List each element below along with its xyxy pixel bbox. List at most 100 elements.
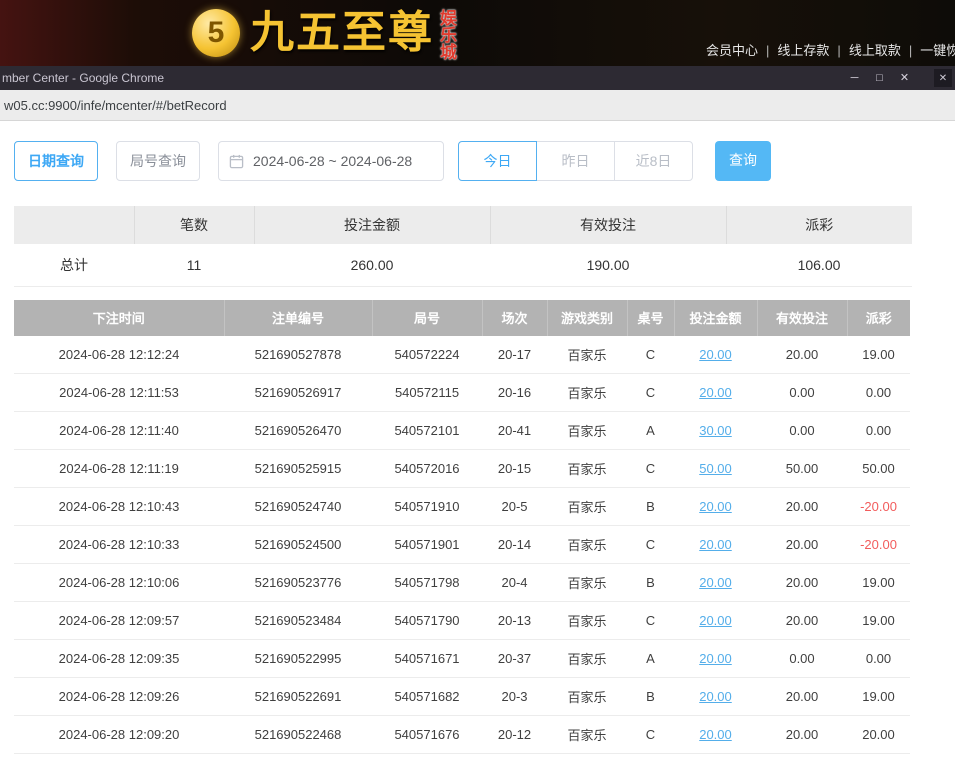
table-no: C bbox=[627, 450, 674, 488]
summary-header-count: 笔数 bbox=[134, 206, 254, 244]
bet-id: 521690526470 bbox=[224, 412, 372, 450]
record-row: 2024-06-28 12:12:24521690527878540572224… bbox=[14, 336, 910, 374]
bet-amount-link[interactable]: 20.00 bbox=[699, 727, 732, 742]
bet-amount[interactable]: 20.00 bbox=[674, 640, 757, 678]
bet-amount-link[interactable]: 20.00 bbox=[699, 689, 732, 704]
round-id: 540571798 bbox=[372, 564, 482, 602]
nav-link[interactable]: 线上取款 bbox=[849, 43, 901, 58]
bet-amount[interactable]: 20.00 bbox=[674, 716, 757, 754]
round-id: 540572115 bbox=[372, 374, 482, 412]
site-subtitle: 娱乐城 bbox=[440, 10, 460, 61]
bet-amount[interactable]: 50.00 bbox=[674, 450, 757, 488]
bet-id: 521690522468 bbox=[224, 716, 372, 754]
address-bar[interactable]: w05.cc:9900/infe/mcenter/#/betRecord bbox=[0, 90, 955, 121]
summary-header-blank bbox=[14, 206, 134, 244]
bet-time: 2024-06-28 12:11:53 bbox=[14, 374, 224, 412]
payout: -20.00 bbox=[847, 488, 910, 526]
bet-amount[interactable]: 20.00 bbox=[674, 602, 757, 640]
summary-total-row: 总计 11 260.00 190.00 106.00 bbox=[14, 244, 912, 286]
round-id: 540572224 bbox=[372, 336, 482, 374]
total-payout: 106.00 bbox=[726, 244, 912, 286]
bet-amount[interactable]: 20.00 bbox=[674, 526, 757, 564]
nav-link[interactable]: 会员中心 bbox=[706, 43, 758, 58]
minimize-button[interactable]: ─ bbox=[842, 66, 867, 90]
bet-amount-link[interactable]: 20.00 bbox=[699, 575, 732, 590]
records-body: 2024-06-28 12:12:24521690527878540572224… bbox=[14, 336, 910, 754]
bet-amount-link[interactable]: 30.00 bbox=[699, 423, 732, 438]
summary-header-row: 笔数 投注金额 有效投注 派彩 bbox=[14, 206, 912, 244]
header-bet-amount: 投注金额 bbox=[674, 300, 757, 336]
bet-amount-link[interactable]: 50.00 bbox=[699, 461, 732, 476]
session-no: 20-3 bbox=[482, 678, 547, 716]
payout: 0.00 bbox=[847, 412, 910, 450]
payout: 0.00 bbox=[847, 640, 910, 678]
table-no: C bbox=[627, 602, 674, 640]
payout: 19.00 bbox=[847, 678, 910, 716]
search-button[interactable]: 查询 bbox=[715, 141, 771, 181]
table-no: C bbox=[627, 526, 674, 564]
nav-separator: | bbox=[909, 43, 912, 58]
bet-amount-link[interactable]: 20.00 bbox=[699, 537, 732, 552]
site-title: 九五至尊 bbox=[250, 6, 434, 60]
payout: 19.00 bbox=[847, 602, 910, 640]
round-id: 540571910 bbox=[372, 488, 482, 526]
game-type: 百家乐 bbox=[547, 374, 627, 412]
bet-amount[interactable]: 20.00 bbox=[674, 678, 757, 716]
bet-time: 2024-06-28 12:10:33 bbox=[14, 526, 224, 564]
nav-link[interactable]: 一键恢 bbox=[920, 43, 955, 58]
maximize-button[interactable]: □ bbox=[867, 66, 892, 90]
nav-separator: | bbox=[766, 43, 769, 58]
table-no: A bbox=[627, 640, 674, 678]
date-range-input[interactable]: 2024-06-28 ~ 2024-06-28 bbox=[218, 141, 444, 181]
bet-id: 521690522995 bbox=[224, 640, 372, 678]
valid-bet: 20.00 bbox=[757, 564, 847, 602]
header-payout: 派彩 bbox=[847, 300, 910, 336]
quick-range-today[interactable]: 今日 bbox=[458, 141, 537, 181]
date-query-button[interactable]: 日期查询 bbox=[14, 141, 98, 181]
calendar-icon bbox=[229, 154, 244, 169]
bet-amount[interactable]: 30.00 bbox=[674, 412, 757, 450]
record-row: 2024-06-28 12:11:19521690525915540572016… bbox=[14, 450, 910, 488]
bet-amount[interactable]: 20.00 bbox=[674, 488, 757, 526]
bet-amount[interactable]: 20.00 bbox=[674, 564, 757, 602]
bet-time: 2024-06-28 12:09:57 bbox=[14, 602, 224, 640]
nav-link[interactable]: 线上存款 bbox=[777, 43, 829, 58]
close-button[interactable]: ✕ bbox=[892, 66, 917, 90]
bet-amount[interactable]: 20.00 bbox=[674, 336, 757, 374]
table-no: C bbox=[627, 336, 674, 374]
valid-bet: 20.00 bbox=[757, 488, 847, 526]
quick-range-8days[interactable]: 近8日 bbox=[614, 141, 693, 181]
bet-id: 521690523484 bbox=[224, 602, 372, 640]
bet-amount-link[interactable]: 20.00 bbox=[699, 347, 732, 362]
header-game-type: 游戏类别 bbox=[547, 300, 627, 336]
url-text[interactable]: w05.cc:9900/infe/mcenter/#/betRecord bbox=[4, 98, 227, 113]
payout: 20.00 bbox=[847, 716, 910, 754]
valid-bet: 20.00 bbox=[757, 716, 847, 754]
site-logo: 5 九五至尊 娱乐城 bbox=[192, 6, 460, 61]
outer-close-icon[interactable]: ✕ bbox=[934, 69, 952, 87]
bet-amount-link[interactable]: 20.00 bbox=[699, 651, 732, 666]
bet-id: 521690526917 bbox=[224, 374, 372, 412]
session-no: 20-14 bbox=[482, 526, 547, 564]
top-nav: 会员中心|线上存款|线上取款|一键恢 bbox=[706, 40, 955, 59]
payout: 19.00 bbox=[847, 564, 910, 602]
payout: 0.00 bbox=[847, 374, 910, 412]
game-type: 百家乐 bbox=[547, 602, 627, 640]
bet-amount-link[interactable]: 20.00 bbox=[699, 613, 732, 628]
header-table-no: 桌号 bbox=[627, 300, 674, 336]
total-count: 11 bbox=[134, 244, 254, 286]
summary-header-bet-amount: 投注金额 bbox=[254, 206, 490, 244]
table-no: C bbox=[627, 374, 674, 412]
bet-time: 2024-06-28 12:10:43 bbox=[14, 488, 224, 526]
records-table: 下注时间 注单编号 局号 场次 游戏类别 桌号 投注金额 有效投注 派彩 202… bbox=[14, 300, 910, 755]
round-query-button[interactable]: 局号查询 bbox=[116, 141, 200, 181]
bet-amount-link[interactable]: 20.00 bbox=[699, 385, 732, 400]
bet-amount[interactable]: 20.00 bbox=[674, 374, 757, 412]
record-row: 2024-06-28 12:11:53521690526917540572115… bbox=[14, 374, 910, 412]
record-row: 2024-06-28 12:09:35521690522995540571671… bbox=[14, 640, 910, 678]
date-range-value: 2024-06-28 ~ 2024-06-28 bbox=[253, 153, 412, 169]
window-controls: ─ □ ✕ bbox=[842, 66, 917, 90]
table-no: A bbox=[627, 412, 674, 450]
bet-amount-link[interactable]: 20.00 bbox=[699, 499, 732, 514]
quick-range-yesterday[interactable]: 昨日 bbox=[536, 141, 615, 181]
